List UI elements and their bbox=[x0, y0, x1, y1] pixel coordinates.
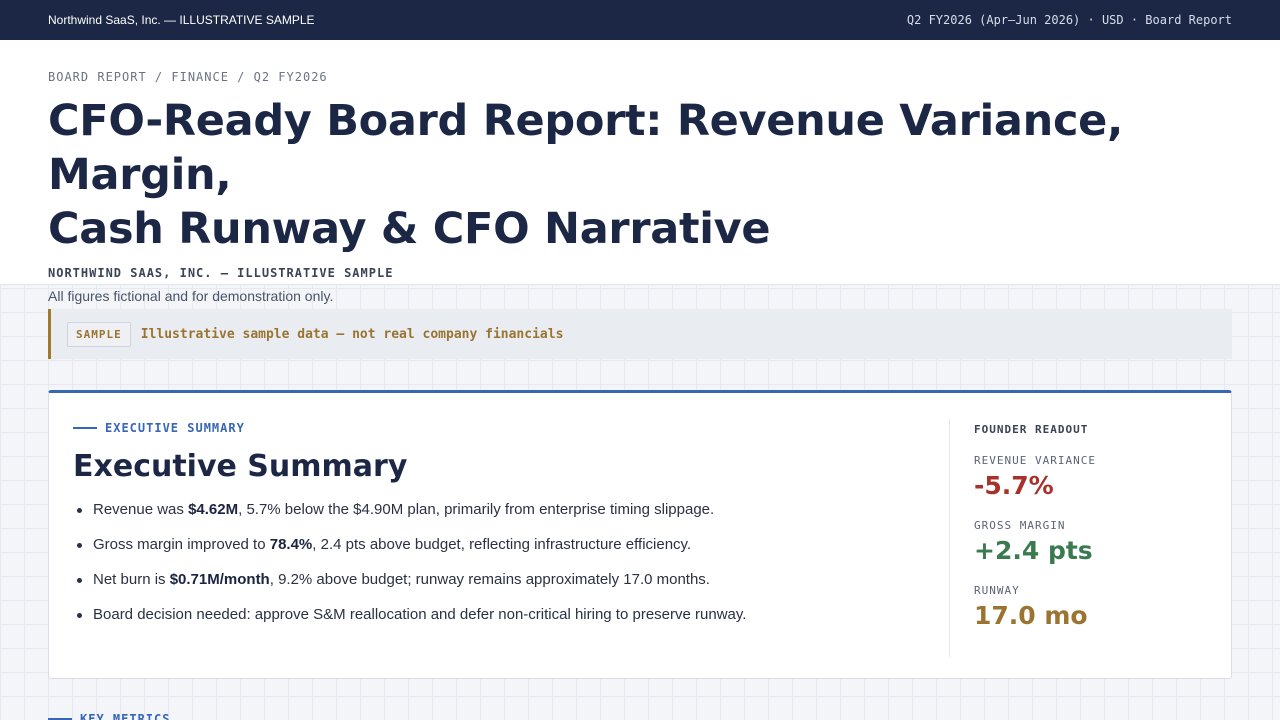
section-label-text: EXECUTIVE SUMMARY bbox=[105, 421, 245, 435]
summary-title: Executive Summary bbox=[73, 449, 408, 484]
report-header: BOARD REPORT / FINANCE / Q2 FY2026 CFO-R… bbox=[0, 40, 1280, 304]
sample-banner-text: Illustrative sample data — not real comp… bbox=[140, 326, 564, 342]
key-metrics-section-label: KEY METRICS bbox=[48, 712, 170, 720]
summary-bullet: Revenue was $4.62M, 5.7% below the $4.90… bbox=[77, 501, 917, 536]
metric-gross-margin: GROSS MARGIN +2.4 pts bbox=[974, 519, 1209, 566]
summary-bullet: Net burn is $0.71M/month, 9.2% above bud… bbox=[77, 571, 917, 606]
page-title-line-1: CFO-Ready Board Report: Revenue Variance… bbox=[48, 96, 1124, 200]
section-label-text: KEY METRICS bbox=[80, 712, 171, 720]
top-bar: Northwind SaaS, Inc. — ILLUSTRATIVE SAMP… bbox=[0, 0, 1280, 40]
page-title: CFO-Ready Board Report: Revenue Variance… bbox=[48, 94, 1232, 256]
disclaimer-text: All figures fictional and for demonstrat… bbox=[48, 288, 334, 304]
brand-label: Northwind SaaS, Inc. — ILLUSTRATIVE SAMP… bbox=[48, 13, 315, 27]
summary-bullet: Board decision needed: approve S&M reall… bbox=[77, 606, 917, 641]
metric-label: GROSS MARGIN bbox=[974, 519, 1066, 532]
summary-bullet: Gross margin improved to 78.4%, 2.4 pts … bbox=[77, 536, 917, 571]
bullet-dot-icon bbox=[77, 543, 82, 548]
bullet-dot-icon bbox=[77, 613, 82, 618]
metric-value: 17.0 mo bbox=[974, 601, 1088, 630]
page-title-line-2: Cash Runway & CFO Narrative bbox=[48, 204, 771, 254]
report-period-meta: Q2 FY2026 (Apr–Jun 2026) · USD · Board R… bbox=[906, 13, 1232, 27]
section-rule bbox=[73, 427, 97, 429]
metric-value: +2.4 pts bbox=[974, 536, 1093, 565]
metric-value: -5.7% bbox=[974, 471, 1054, 500]
bullet-dot-icon bbox=[77, 578, 82, 583]
bullet-dot-icon bbox=[77, 508, 82, 513]
metric-revenue-variance: REVENUE VARIANCE -5.7% bbox=[974, 454, 1209, 501]
sample-banner: SAMPLE Illustrative sample data — not re… bbox=[48, 309, 1232, 359]
metric-runway: RUNWAY 17.0 mo bbox=[974, 584, 1209, 631]
sample-badge: SAMPLE bbox=[67, 321, 131, 347]
company-name: NORTHWIND SAAS, INC. — ILLUSTRATIVE SAMP… bbox=[48, 266, 394, 280]
breadcrumb: BOARD REPORT / FINANCE / Q2 FY2026 bbox=[48, 70, 328, 84]
founder-readout-panel: FOUNDER READOUT REVENUE VARIANCE -5.7% G… bbox=[949, 419, 1209, 657]
section-label: EXECUTIVE SUMMARY bbox=[73, 421, 245, 435]
executive-summary-card: EXECUTIVE SUMMARY Executive Summary Reve… bbox=[48, 390, 1232, 679]
metric-label: REVENUE VARIANCE bbox=[974, 454, 1096, 467]
summary-bullet-list: Revenue was $4.62M, 5.7% below the $4.90… bbox=[77, 501, 917, 641]
metric-label: RUNWAY bbox=[974, 584, 1020, 597]
readout-title: FOUNDER READOUT bbox=[974, 423, 1089, 436]
